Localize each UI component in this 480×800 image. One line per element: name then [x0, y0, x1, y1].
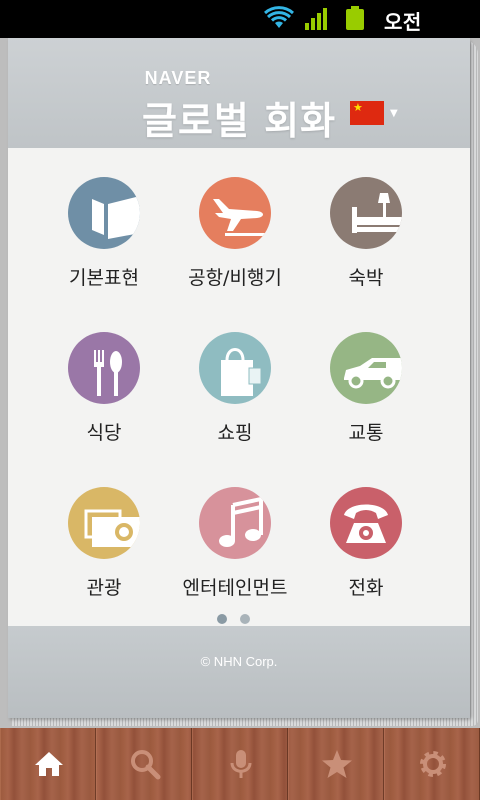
- category-label: 교통: [348, 422, 384, 444]
- battery-icon: [346, 6, 364, 30]
- page-indicator-dot[interactable]: [240, 614, 250, 624]
- category-label: 기본표현: [69, 267, 139, 289]
- phrasebook-panel: NAVER 글로벌 회화 ★ ▼ 기본표현 공항/비행기 숙박 식당 쇼핑 교통…: [8, 38, 470, 718]
- star-icon: [322, 750, 352, 778]
- copyright-text: © NHN Corp.: [200, 654, 278, 669]
- airplane-icon: [199, 177, 271, 249]
- china-flag-icon[interactable]: ★: [350, 101, 384, 125]
- category-entertainment[interactable]: 엔터테인먼트: [170, 487, 300, 600]
- category-restaurant[interactable]: 식당: [39, 332, 169, 445]
- voice-button[interactable]: [192, 728, 288, 800]
- category-shopping[interactable]: 쇼핑: [170, 332, 300, 445]
- category-label: 공항/비행기: [188, 267, 282, 289]
- home-button[interactable]: [0, 728, 96, 800]
- telephone-icon: [330, 487, 402, 559]
- category-label: 숙박: [348, 267, 384, 289]
- category-lodging[interactable]: 숙박: [301, 177, 431, 290]
- home-icon: [35, 752, 63, 776]
- category-label: 쇼핑: [217, 422, 253, 444]
- gear-icon: [420, 751, 446, 777]
- header: NAVER 글로벌 회화 ★ ▼: [8, 38, 470, 148]
- car-icon: [330, 332, 402, 404]
- music-note-icon: [199, 487, 271, 559]
- category-basic-expressions[interactable]: 기본표현: [39, 177, 169, 290]
- status-bar: 오전 5:59: [0, 0, 480, 59]
- search-button[interactable]: [96, 728, 192, 800]
- category-sightseeing[interactable]: 관광: [39, 487, 169, 600]
- category-label: 엔터테인먼트: [182, 577, 288, 599]
- category-transportation[interactable]: 교통: [301, 332, 431, 445]
- language-dropdown-icon[interactable]: ▼: [390, 108, 398, 119]
- wifi-icon: [264, 6, 294, 28]
- fork-knife-icon: [68, 332, 140, 404]
- bed-icon: [330, 177, 402, 249]
- footer: [8, 626, 470, 718]
- category-telephone[interactable]: 전화: [301, 487, 431, 600]
- category-label: 전화: [348, 577, 384, 599]
- category-airport[interactable]: 공항/비행기: [170, 177, 300, 290]
- brand-logo: NAVER: [144, 68, 212, 88]
- category-label: 관광: [86, 577, 122, 599]
- flag-star-icon: ★: [353, 101, 363, 114]
- page-title: 글로벌 회화: [142, 99, 337, 143]
- microphone-icon: [230, 750, 252, 778]
- signal-icon: [305, 8, 327, 30]
- book-icon: [68, 177, 140, 249]
- shopping-bag-icon: [199, 332, 271, 404]
- category-grid: 기본표현 공항/비행기 숙박 식당 쇼핑 교통 관광 엔터테인먼트 전화: [8, 148, 470, 626]
- camera-icon: [68, 487, 140, 559]
- category-label: 식당: [86, 422, 122, 444]
- search-icon: [131, 750, 161, 780]
- page-indicator-dot-active[interactable]: [217, 614, 227, 624]
- settings-button[interactable]: [384, 728, 480, 800]
- favorites-button[interactable]: [288, 728, 384, 800]
